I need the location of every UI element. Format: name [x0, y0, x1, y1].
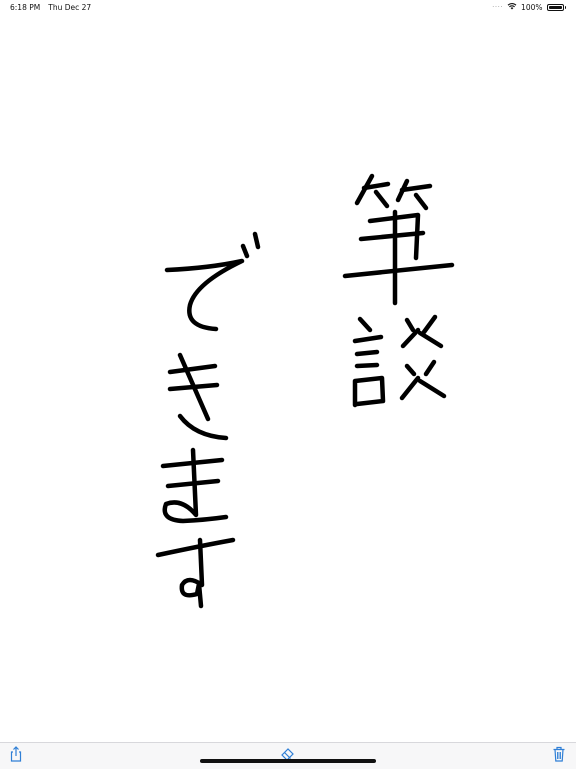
cellular-dots-icon: ···· [492, 3, 504, 11]
status-bar: 6:18 PM Thu Dec 27 ···· 100% [0, 0, 576, 14]
status-left: 6:18 PM Thu Dec 27 [10, 3, 91, 12]
status-right: ···· 100% [492, 2, 566, 12]
status-date: Thu Dec 27 [48, 3, 92, 12]
bottom-toolbar [0, 742, 576, 769]
battery-tip [564, 5, 566, 9]
home-indicator[interactable] [200, 759, 376, 763]
handwriting-kana-su [155, 537, 236, 609]
battery-percent: 100% [521, 2, 543, 12]
status-time: 6:18 PM [10, 3, 41, 12]
trash-button[interactable] [549, 746, 569, 767]
handwriting-kanji-dan [352, 314, 447, 408]
battery-icon [546, 3, 564, 11]
handwriting-layer [155, 173, 455, 609]
handwriting-kana-ki [167, 352, 229, 441]
handwriting-kana-ma [160, 447, 229, 524]
wifi-icon [507, 2, 517, 12]
share-icon [9, 745, 23, 767]
battery-level [548, 5, 562, 9]
handwriting-kanji-hitsu [342, 173, 455, 306]
trash-icon [552, 746, 566, 767]
share-button[interactable] [6, 745, 26, 767]
drawing-canvas[interactable] [0, 14, 576, 742]
handwriting-kana-de [164, 231, 261, 332]
